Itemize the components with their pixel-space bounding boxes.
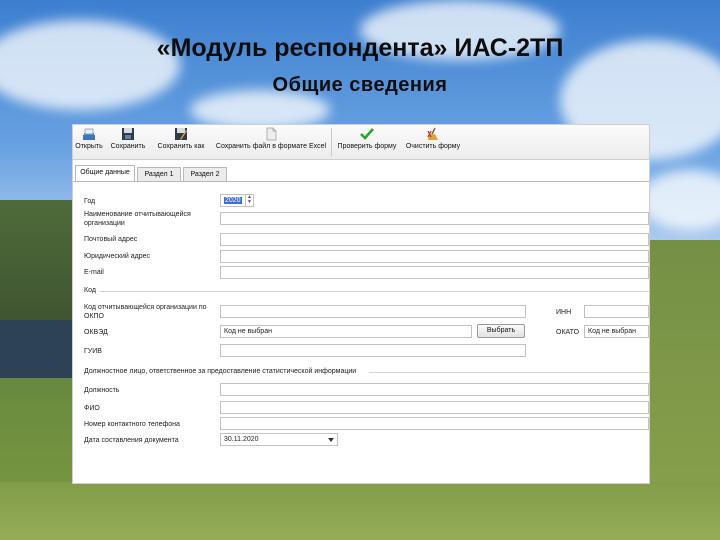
spinner-arrows[interactable]: ▲ ▼ [245,195,253,206]
save-as-label: Сохранить как [157,143,205,150]
save-icon [122,128,134,140]
save-label: Сохранить [110,143,146,150]
excel-file-icon [266,127,277,141]
general-form: Год 2020 ▲ ▼ Наименование отчитывающейся … [73,182,649,483]
check-form-button[interactable]: Проверить форму [335,127,399,157]
open-icon [83,128,95,140]
save-excel-button[interactable]: Сохранить файл в формате Excel [213,127,329,157]
tab-general[interactable]: Общие данные [75,165,135,181]
app-window: Открыть Сохранить Сохранить как Сохранит… [72,124,650,484]
section-divider [99,291,649,292]
year-spinner[interactable]: 2020 ▲ ▼ [220,194,254,207]
clear-form-label: Очистить форму [405,143,461,150]
guiv-field[interactable] [220,344,526,357]
choose-okved-button[interactable]: Выбрать [477,324,525,338]
email-field[interactable] [220,266,649,279]
open-button[interactable]: Открыть [73,127,105,157]
code-section-title: Код [84,287,96,294]
okato-label: ОКАТО [556,329,580,336]
date-value: 30.11.2020 [224,436,259,443]
postal-address-field[interactable] [220,233,649,246]
okpo-field[interactable] [220,305,526,318]
ground-bottom [0,482,720,540]
chevron-down-icon[interactable] [328,438,334,442]
phone-field[interactable] [220,417,649,430]
okato-field[interactable]: Код не выбран [584,325,649,338]
section-divider [369,372,649,373]
email-label: E-mail [84,269,104,276]
okved-label: ОКВЭД [84,329,108,336]
tab-bar: Общие данные Раздел 1 Раздел 2 [73,165,649,182]
postal-address-label: Почтовый адрес [84,236,138,243]
position-label: Должность [84,387,120,394]
inn-field[interactable] [584,305,649,318]
org-name-label: Наименование отчитывающейся организации [84,211,191,227]
slide-subtitle: Общие сведения [272,74,448,96]
position-field[interactable] [220,383,649,396]
hill-left [0,200,80,320]
tab-section-1[interactable]: Раздел 1 [137,167,181,181]
slide-title: «Модуль респондента» ИАС-2ТП [156,34,564,62]
broom-icon [427,127,438,140]
date-label: Дата составления документа [84,437,179,444]
sky-cloud [640,170,720,230]
year-value: 2020 [224,197,242,204]
date-picker[interactable]: 30.11.2020 [220,433,338,446]
fio-field[interactable] [220,401,649,414]
save-button[interactable]: Сохранить [107,127,149,157]
legal-address-field[interactable] [220,250,649,263]
legal-address-label: Юридический адрес [84,253,151,260]
save-excel-label: Сохранить файл в формате Excel [215,143,327,150]
inn-label: ИНН [556,309,572,316]
fio-label: ФИО [84,405,100,412]
clear-form-button[interactable]: Очистить форму [403,127,463,157]
okpo-label: Код отчитывающейся организации по ОКПО [84,304,207,320]
toolbar-separator [331,128,332,156]
guiv-label: ГУИВ [84,348,102,355]
toolbar: Открыть Сохранить Сохранить как Сохранит… [73,125,649,160]
tab-section-2[interactable]: Раздел 2 [183,167,227,181]
official-section-title: Должностное лицо, ответственное за предо… [84,368,357,375]
okved-field[interactable]: Код не выбран [220,325,472,338]
save-as-button[interactable]: Сохранить как [153,127,209,157]
lake [0,318,80,378]
save-as-icon [175,128,187,140]
org-name-field[interactable] [220,212,649,225]
check-icon [360,128,374,140]
year-label: Год [84,198,96,205]
phone-label: Номер контактного телефона [84,421,180,428]
check-form-label: Проверить форму [337,143,397,150]
open-label: Открыть [75,143,103,150]
